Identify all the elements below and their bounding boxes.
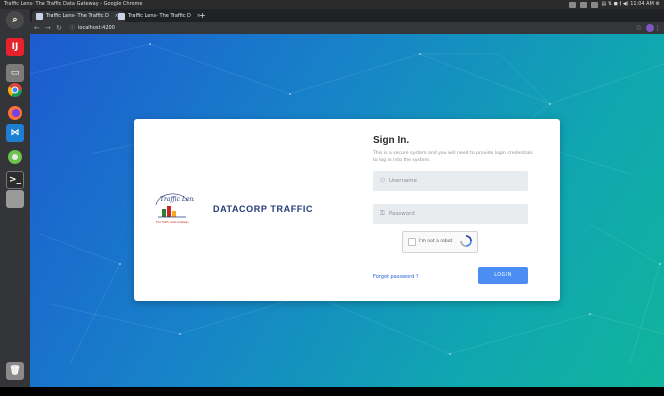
brand-panel: Traffic Lens The Traffic Data Gateway DA…	[134, 119, 347, 301]
recaptcha-icon	[460, 235, 472, 247]
recaptcha-label: I'm not a robot	[419, 239, 453, 244]
forgot-password-link[interactable]: Forgot password ?	[373, 274, 419, 280]
bookmark-star-icon[interactable]: ☆	[636, 22, 642, 34]
window-title: Traffic Lens- The Traffic Data Gateway -…	[4, 1, 143, 7]
recaptcha-checkbox[interactable]	[408, 238, 416, 246]
tab-label: Traffic Lens- The Traffic D	[128, 13, 191, 19]
profile-avatar[interactable]	[646, 24, 654, 32]
system-tray[interactable]: ▤ ⇅ ◼ ⟬ ◀) 11:04 AM ⚙	[568, 0, 660, 9]
terminal-icon[interactable]: >_	[6, 171, 24, 189]
vscode-icon[interactable]: ⋈	[6, 124, 24, 142]
browser-tab[interactable]: Traffic Lens- The Traffic D ×	[114, 11, 207, 22]
drive-icon[interactable]	[6, 190, 24, 208]
system-top-panel: Traffic Lens- The Traffic Data Gateway -…	[0, 0, 664, 9]
brand-name: DATACORP TRAFFIC	[213, 204, 314, 214]
window-icon[interactable]	[568, 1, 576, 8]
logo-lettering: Traffic Lens	[160, 196, 194, 203]
username-input[interactable]	[389, 174, 523, 188]
keyboard-icon[interactable]	[590, 1, 598, 8]
password-field[interactable]: ⚿	[373, 204, 528, 224]
recaptcha-widget: I'm not a robot	[402, 231, 478, 253]
address-bar[interactable]: ⓘ localhost:4200	[70, 24, 115, 32]
ubuntu-launcher: ⌕ IJ ▭ ⋈ >_ 🗑	[0, 9, 30, 387]
username-field[interactable]: ⚇	[373, 171, 528, 191]
search-icon[interactable]: ⌕	[6, 11, 24, 29]
login-button[interactable]: LOGIN	[478, 267, 528, 284]
tab-favicon-icon	[118, 13, 125, 20]
login-form: Sign In. This is a secure system and you…	[371, 119, 541, 301]
desktop: Traffic Lens- The Traffic Data Gateway -…	[0, 0, 664, 396]
forward-arrow-icon[interactable]: →	[45, 22, 51, 34]
login-card: Traffic Lens The Traffic Data Gateway DA…	[134, 119, 560, 301]
menu-kebab-icon[interactable]: ⋮	[654, 22, 661, 34]
form-title: Sign In.	[373, 135, 410, 146]
url-text: localhost:4200	[78, 25, 115, 31]
intellij-icon[interactable]: IJ	[6, 38, 24, 56]
network-icon[interactable]	[6, 148, 24, 166]
back-arrow-icon[interactable]: ←	[34, 22, 40, 34]
info-icon[interactable]: ⓘ	[70, 25, 75, 31]
browser-tab-strip: Traffic Lens- The Traffic D × Traffic Le…	[30, 9, 664, 22]
traffic-lens-logo: Traffic Lens The Traffic Data Gateway	[155, 193, 194, 224]
files-icon[interactable]: ▭	[6, 64, 24, 82]
trash-icon[interactable]: 🗑	[6, 362, 24, 380]
tab-favicon-icon	[36, 13, 43, 20]
form-intro: This is a secure system and you will nee…	[373, 151, 533, 163]
user-icon: ⚇	[380, 177, 386, 184]
svg-text:The Traffic Data Gateway: The Traffic Data Gateway	[156, 220, 189, 224]
reload-icon[interactable]: ↻	[56, 22, 62, 34]
firefox-icon[interactable]	[6, 104, 24, 122]
tab-label: Traffic Lens- The Traffic D	[46, 13, 109, 19]
password-input[interactable]	[389, 207, 523, 221]
browser-toolbar: ← → ↻ ⓘ localhost:4200 ☆ ⋮	[30, 22, 664, 34]
new-tab-button[interactable]: +	[199, 10, 206, 22]
login-page: Traffic Lens The Traffic Data Gateway DA…	[30, 34, 664, 387]
browser-tab[interactable]: Traffic Lens- The Traffic D ×	[32, 11, 125, 22]
tray-status[interactable]: ▤ ⇅ ◼ ⟬ ◀) 11:04 AM ⚙	[602, 0, 660, 9]
chrome-icon[interactable]	[6, 81, 24, 99]
network-tray-icon[interactable]	[579, 1, 587, 8]
lock-icon: ⚿	[380, 210, 385, 217]
